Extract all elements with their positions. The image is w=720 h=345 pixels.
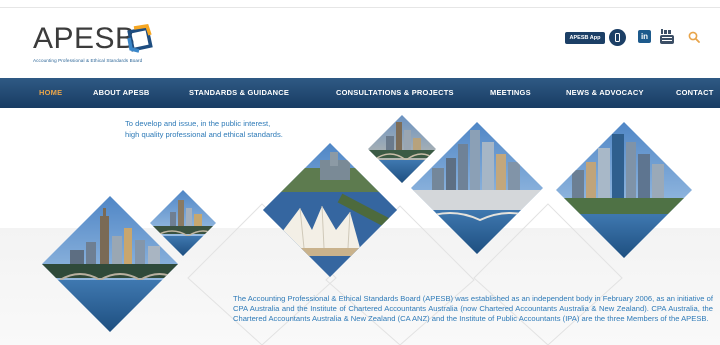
nav-item-about[interactable]: ABOUT APESB <box>93 78 150 108</box>
intro-paragraph: The Accounting Professional & Ethical St… <box>233 293 713 324</box>
diamond-sydney-opera-house <box>263 143 397 277</box>
search-icon[interactable] <box>688 31 700 43</box>
linkedin-icon[interactable]: in <box>638 30 651 43</box>
nav-item-standards[interactable]: STANDARDS & GUIDANCE <box>189 78 289 108</box>
nav-item-meetings[interactable]: MEETINGS <box>490 78 531 108</box>
phone-icon[interactable] <box>609 29 626 46</box>
apesb-logo[interactable]: APESB Accounting Professional & Ethical … <box>33 24 173 68</box>
diamond-brisbane-skyline <box>411 122 543 254</box>
logo-mark-icon <box>127 24 153 53</box>
nav-item-contact[interactable]: CONTACT <box>676 78 714 108</box>
diamond-city-arch <box>368 115 436 183</box>
diamond-perth-skyline <box>556 122 692 258</box>
logo-wordmark: APESB <box>33 22 136 55</box>
hero-section: To develop and issue, in the public inte… <box>0 108 720 345</box>
nav-item-consultations[interactable]: CONSULTATIONS & PROJECTS <box>336 78 454 108</box>
nav-item-news[interactable]: NEWS & ADVOCACY <box>566 78 644 108</box>
logo-subtitle: Accounting Professional & Ethical Standa… <box>33 58 143 63</box>
nav-item-home[interactable]: HOME <box>39 78 62 108</box>
youtube-icon[interactable] <box>660 29 674 44</box>
main-nav: HOME ABOUT APESB STANDARDS & GUIDANCE CO… <box>0 78 720 108</box>
site-header: APESB Accounting Professional & Ethical … <box>0 0 720 78</box>
top-divider <box>0 7 720 8</box>
apesb-app-button[interactable]: APESB App <box>565 32 605 44</box>
